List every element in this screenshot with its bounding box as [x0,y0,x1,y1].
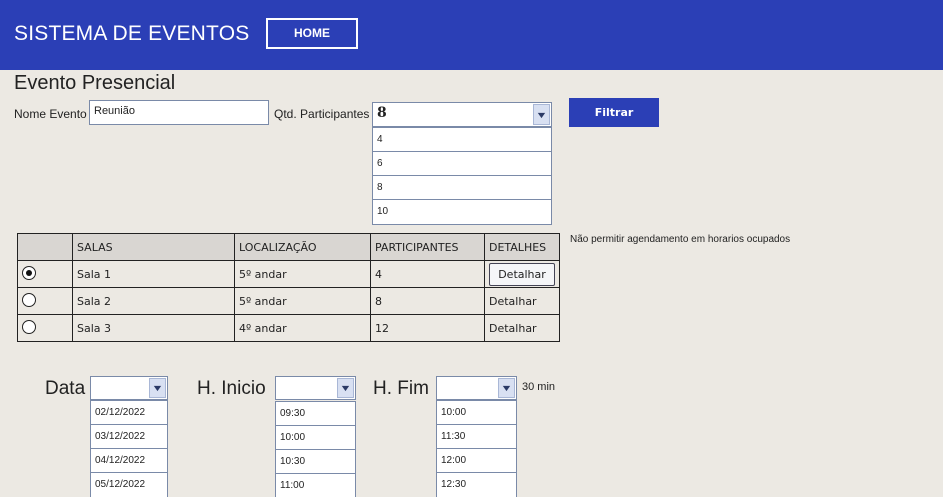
date-label: Data [45,378,86,399]
location-cell: 4º andar [234,314,371,342]
date-options: 02/12/2022 03/12/2022 04/12/2022 05/12/2… [90,400,168,497]
home-button[interactable]: HOME [266,18,358,49]
qty-option[interactable]: 10 [373,200,551,224]
location-cell: 5º andar [234,260,371,288]
date-option[interactable]: 05/12/2022 [91,473,167,497]
details-column-header: DETALHES [484,233,560,261]
participants-cell: 8 [370,287,485,315]
rooms-column-header: SALAS [72,233,235,261]
end-time-select[interactable]: ▼ [436,376,517,400]
chevron-down-icon[interactable]: ▼ [533,104,550,125]
date-option[interactable]: 04/12/2022 [91,449,167,473]
row-select-cell [17,287,73,315]
filter-button[interactable]: Filtrar [569,98,659,127]
row-select-cell [17,314,73,342]
room-radio[interactable] [22,265,36,280]
participants-cell: 4 [370,260,485,288]
participants-qty-options: 4 6 8 10 [372,127,552,225]
start-time-label: H. Inicio [197,378,266,399]
room-radio[interactable] [22,319,36,334]
start-time-option[interactable]: 11:00 [276,474,355,497]
location-cell: 5º andar [234,287,371,315]
start-time-options: 09:30 10:00 10:30 11:00 [275,401,356,497]
room-cell: Sala 2 [72,287,235,315]
start-time-select[interactable]: ▼ [275,376,356,400]
qty-option[interactable]: 6 [373,152,551,176]
details-link[interactable]: Detalhar [484,314,560,342]
end-time-option[interactable]: 12:00 [437,449,516,473]
rooms-table: SALAS LOCALIZAÇÃO PARTICIPANTES DETALHES… [17,233,560,342]
top-bar: SISTEMA DE EVENTOS HOME [0,0,943,70]
date-option[interactable]: 02/12/2022 [91,401,167,425]
date-select[interactable]: ▼ [90,376,168,400]
start-time-option[interactable]: 09:30 [276,402,355,426]
details-button[interactable]: Detalhar [489,262,555,286]
page-title: Evento Presencial [14,72,176,94]
end-time-option[interactable]: 12:30 [437,473,516,497]
location-column-header: LOCALIZAÇÃO [234,233,371,261]
room-cell: Sala 3 [72,314,235,342]
end-time-label: H. Fim [373,378,429,399]
scheduling-note: Não permitir agendamento em horarios ocu… [570,234,791,245]
chevron-down-icon[interactable]: ▼ [337,378,354,398]
date-option[interactable]: 03/12/2022 [91,425,167,449]
participants-qty-label: Qtd. Participantes [274,107,370,121]
participants-cell: 12 [370,314,485,342]
select-column-header [17,233,73,261]
details-link[interactable]: Detalhar [484,287,560,315]
event-name-input[interactable]: Reunião [89,100,269,125]
participants-qty-value: 8 [377,105,387,121]
table-row: Sala 3 4º andar 12 Detalhar [17,314,560,342]
room-radio[interactable] [22,292,36,307]
start-time-option[interactable]: 10:30 [276,450,355,474]
chevron-down-icon[interactable]: ▼ [498,378,515,398]
qty-option[interactable]: 4 [373,128,551,152]
table-row: Sala 1 5º andar 4 Detalhar [17,260,560,288]
participants-column-header: PARTICIPANTES [370,233,485,261]
qty-option[interactable]: 8 [373,176,551,200]
duration-label: 30 min [522,381,556,393]
start-time-option[interactable]: 10:00 [276,426,355,450]
end-time-options: 10:00 11:30 12:00 12:30 [436,400,517,497]
end-time-option[interactable]: 11:30 [437,425,516,449]
chevron-down-icon[interactable]: ▼ [149,378,166,398]
room-cell: Sala 1 [72,260,235,288]
row-select-cell [17,260,73,288]
details-cell: Detalhar [484,260,560,288]
table-row: Sala 2 5º andar 8 Detalhar [17,287,560,315]
participants-qty-select[interactable]: 8 ▼ [372,102,552,127]
table-header-row: SALAS LOCALIZAÇÃO PARTICIPANTES DETALHES [17,233,560,261]
event-name-label: Nome Evento [14,107,87,121]
end-time-option[interactable]: 10:00 [437,401,516,425]
app-title: SISTEMA DE EVENTOS [14,22,250,45]
